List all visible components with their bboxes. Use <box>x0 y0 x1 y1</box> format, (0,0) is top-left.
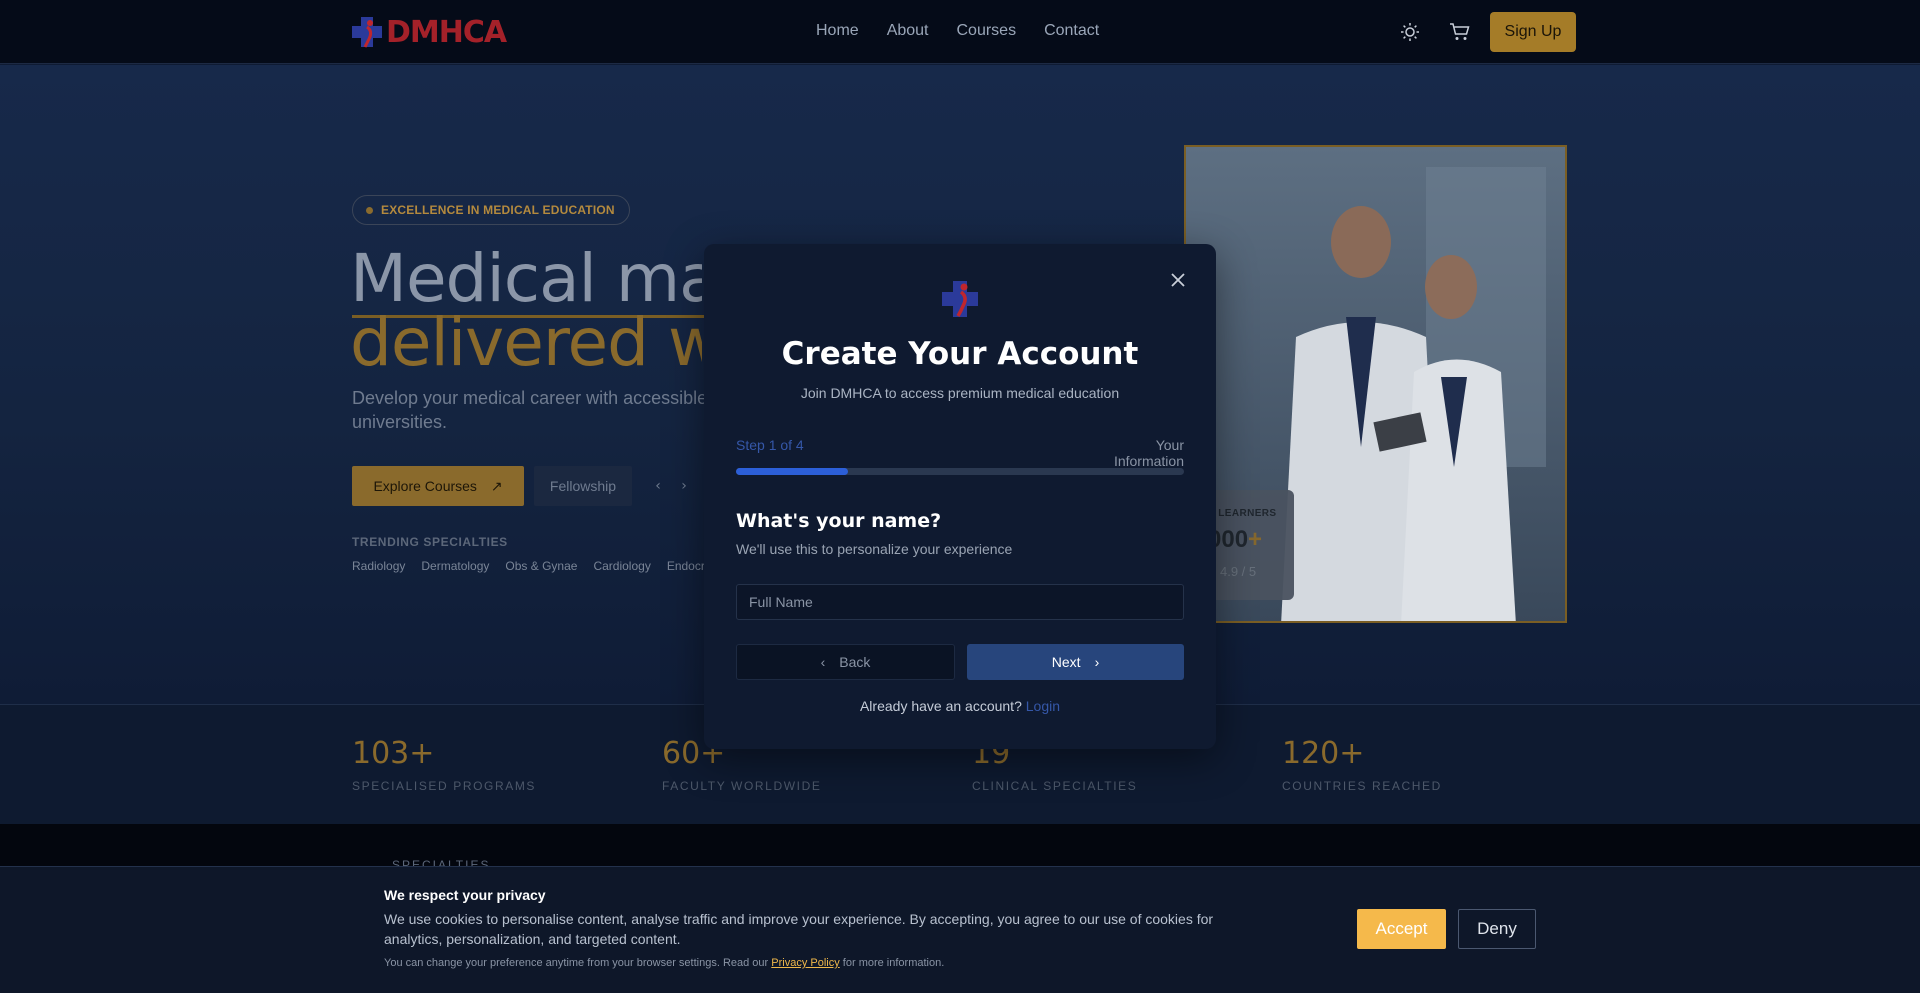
tag-dermatology[interactable]: Dermatology <box>421 559 489 573</box>
back-label: Back <box>839 654 871 670</box>
tag-cardiology[interactable]: Cardiology <box>593 559 650 573</box>
cookie-note: You can change your preference anytime f… <box>384 957 945 969</box>
tag-obs-gynae[interactable]: Obs & Gynae <box>505 559 577 573</box>
brand-logo[interactable]: DMHCA <box>350 12 507 52</box>
stat-value: 103+ <box>352 736 435 771</box>
hero-badge: EXCELLENCE IN MEDICAL EDUCATION <box>352 195 630 225</box>
hero-headline-line2: delivered wi <box>350 304 702 381</box>
learners-value: 000+ <box>1208 526 1263 553</box>
rating-value: 4.9 / 5 <box>1220 564 1257 579</box>
progress-fill <box>736 468 848 475</box>
login-prompt: Already have an account? Login <box>859 698 1061 714</box>
fellowship-button[interactable]: Fellowship <box>534 466 632 506</box>
stat-programs: 103+ SPECIALISED PROGRAMS <box>352 736 536 793</box>
question-title: What's your name? <box>736 510 942 532</box>
login-link[interactable]: Login <box>1026 698 1060 714</box>
stat-label: SPECIALISED PROGRAMS <box>352 779 537 793</box>
medical-cross-logo-icon <box>352 17 382 48</box>
learners-label: E LEARNERS <box>1208 508 1277 519</box>
modal-subtitle: Join DMHCA to access premium medical edu… <box>800 385 1120 401</box>
full-name-input[interactable] <box>736 584 1184 620</box>
nav-home[interactable]: Home <box>816 22 859 40</box>
modal-title: Create Your Account <box>781 336 1139 372</box>
explore-courses-label: Explore Courses <box>373 477 477 494</box>
logo-text: DMHCA <box>386 14 507 50</box>
deny-cookies-button[interactable]: Deny <box>1458 909 1536 949</box>
next-label: Next <box>1051 654 1081 670</box>
explore-courses-button[interactable]: Explore Courses ↗ <box>352 466 524 506</box>
arrow-up-right-icon: ↗ <box>490 477 503 494</box>
medical-cross-logo-icon <box>942 281 978 317</box>
question-subtitle: We'll use this to personalize your exper… <box>736 541 1013 557</box>
accept-cookies-button[interactable]: Accept <box>1357 909 1446 949</box>
hero-subtext-line1: Develop your medical career with accessi… <box>352 388 704 408</box>
step-indicator: Step 1 of 4 <box>736 437 804 453</box>
chevron-left-icon: ‹ <box>820 654 826 670</box>
signup-button[interactable]: Sign Up <box>1490 12 1576 52</box>
tag-radiology[interactable]: Radiology <box>352 559 405 573</box>
chevron-right-icon[interactable]: › <box>674 476 694 496</box>
privacy-policy-link[interactable]: Privacy Policy <box>771 957 839 969</box>
stat-value: 120+ <box>1282 736 1365 771</box>
stat-label: COUNTRIES REACHED <box>1282 779 1442 793</box>
nav-contact[interactable]: Contact <box>1044 22 1099 40</box>
back-button[interactable]: ‹ Back <box>736 644 955 680</box>
trending-label: TRENDING SPECIALTIES <box>352 535 508 549</box>
trending-tags: Radiology Dermatology Obs & Gynae Cardio… <box>352 559 704 573</box>
progress-bar <box>736 468 1184 475</box>
cart-icon[interactable] <box>1449 22 1471 42</box>
stat-label: FACULTY WORLDWIDE <box>662 779 822 793</box>
site-header: DMHCA Home About Courses Contact Sign Up <box>0 0 1920 64</box>
chevron-right-icon: › <box>1094 654 1100 670</box>
step-name: Your Information <box>1113 437 1184 469</box>
hero-subtext-line2: universities. <box>352 412 448 432</box>
sun-icon[interactable] <box>1400 22 1420 42</box>
close-icon[interactable] <box>1168 270 1188 290</box>
nav-courses[interactable]: Courses <box>957 22 1017 40</box>
cookie-title: We respect your privacy <box>384 887 546 903</box>
next-button[interactable]: Next › <box>967 644 1184 680</box>
nav-about[interactable]: About <box>887 22 929 40</box>
tag-endocrinology[interactable]: Endocri <box>667 559 704 573</box>
stat-label: CLINICAL SPECIALTIES <box>972 779 1138 793</box>
cookie-text: We use cookies to personalise content, a… <box>384 911 1214 947</box>
stat-countries: 120+ COUNTRIES REACHED <box>1282 736 1442 793</box>
chevron-left-icon[interactable]: ‹ <box>648 476 668 496</box>
main-nav: Home About Courses Contact <box>816 22 1099 40</box>
